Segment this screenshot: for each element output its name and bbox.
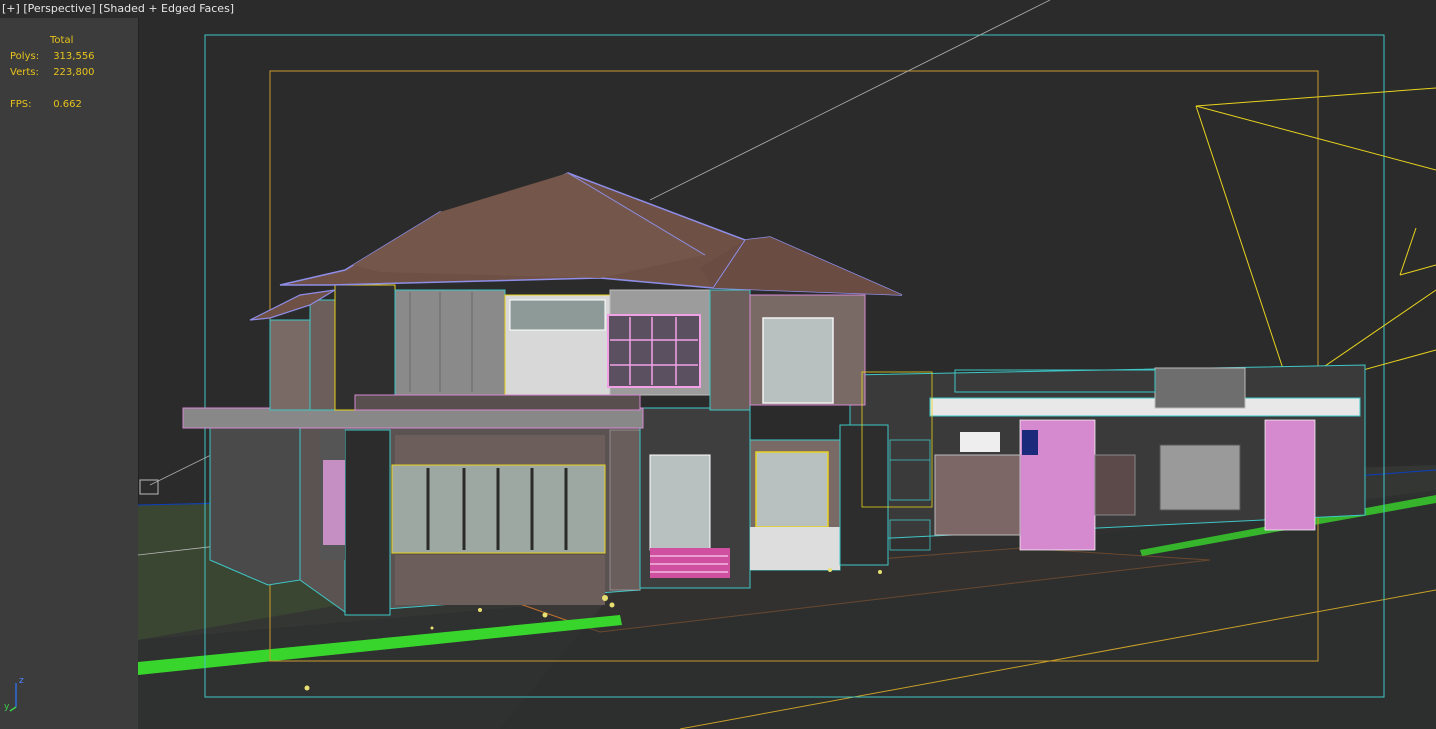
statistics-overlay: Total Polys: 313,556 Verts: 223,800 FPS:… <box>10 33 95 113</box>
verts-label: Verts: <box>10 67 39 78</box>
polys-value: 313,556 <box>53 51 95 62</box>
left-panel <box>0 18 139 729</box>
camera-lines <box>1195 87 1436 391</box>
viewport-scene[interactable] <box>138 0 1436 729</box>
target-line <box>649 0 1051 201</box>
viewport-label[interactable]: [+] [Perspective] [Shaded + Edged Faces] <box>0 0 234 18</box>
viewport-menu-plus[interactable]: [+] <box>2 2 20 15</box>
verts-value: 223,800 <box>53 67 95 78</box>
axis-gizmo: z y <box>4 676 24 712</box>
axis-y-label: y <box>4 702 10 712</box>
viewport-menu-shading[interactable]: [Shaded + Edged Faces] <box>99 2 234 15</box>
axis-z-label: z <box>19 676 24 686</box>
stats-header: Total <box>50 35 74 46</box>
fps-label: FPS: <box>10 99 32 110</box>
viewport-menu-view[interactable]: [Perspective] <box>23 2 95 15</box>
fps-value: 0.662 <box>53 99 82 110</box>
polys-label: Polys: <box>10 51 40 62</box>
